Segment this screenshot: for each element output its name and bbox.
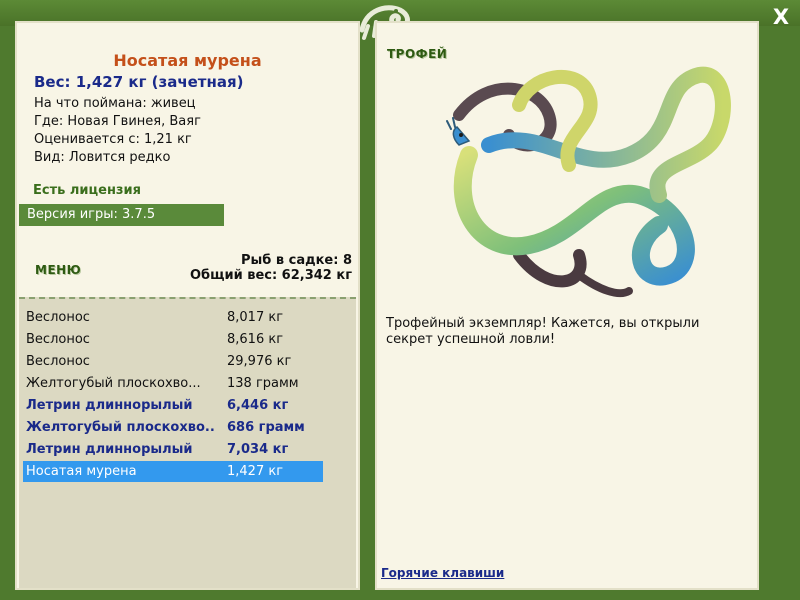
- catch-row[interactable]: Веслонос 8,017 кг: [23, 307, 323, 328]
- catch-weight: 686 грамм: [227, 420, 305, 435]
- catch-name: Веслонос: [26, 310, 90, 325]
- catch-weight: 1,427 кг: [227, 464, 284, 479]
- catch-list[interactable]: Веслонос 8,017 кг Веслонос 8,616 кг Весл…: [19, 297, 356, 588]
- fish-info-panel: Носатая мурена Вес: 1,427 кг (зачетная) …: [15, 21, 360, 590]
- game-version: Версия игры: 3.7.5: [19, 204, 224, 226]
- catch-name: Желтогубый плоскохво...: [26, 376, 201, 391]
- fish-details: На что поймана: живец Где: Новая Гвинея,…: [34, 95, 201, 167]
- catch-name: Веслонос: [26, 354, 90, 369]
- license-status: Есть лицензия: [33, 183, 141, 198]
- catch-weight: 8,017 кг: [227, 310, 284, 325]
- catch-weight: 7,034 кг: [227, 442, 289, 457]
- catch-name: Летрин длиннорылый: [26, 398, 193, 413]
- catch-weight: 6,446 кг: [227, 398, 289, 413]
- close-icon: X: [772, 5, 790, 29]
- menu-button[interactable]: МЕНЮ: [35, 263, 81, 277]
- catch-weight: 138 грамм: [227, 376, 299, 391]
- catch-row[interactable]: Желтогубый плоскохво... 686 грамм: [23, 417, 323, 438]
- fish-title: Носатая мурена: [113, 51, 262, 70]
- trophy-description: Трофейный экземпляр! Кажется, вы открыли…: [386, 316, 700, 347]
- catch-row[interactable]: Веслонос 29,976 кг: [23, 351, 323, 372]
- catch-name: Веслонос: [26, 332, 90, 347]
- catch-weight: 29,976 кг: [227, 354, 292, 369]
- catch-name: Носатая мурена: [26, 464, 137, 479]
- catch-row[interactable]: Желтогубый плоскохво... 138 грамм: [23, 373, 323, 394]
- keep-count: Рыб в садке: 8: [240, 253, 352, 268]
- moray-eel-illustration-icon: [446, 66, 731, 298]
- catch-name: Желтогубый плоскохво...: [26, 420, 216, 435]
- trophy-panel: ТРОФЕЙ Трофейный экземпляр! Кажется, вы …: [375, 21, 759, 590]
- detail-min-weight: Оценивается с: 1,21 кг: [34, 132, 192, 147]
- catch-name: Летрин длиннорылый: [26, 442, 193, 457]
- catch-weight: 8,616 кг: [227, 332, 284, 347]
- close-button[interactable]: X: [768, 4, 794, 30]
- detail-location: Где: Новая Гвинея, Ваяг: [34, 114, 201, 129]
- keep-total-weight: Общий вес: 62,342 кг: [189, 268, 352, 283]
- catch-row[interactable]: Веслонос 8,616 кг: [23, 329, 323, 350]
- detail-species-rarity: Вид: Ловится редко: [34, 150, 171, 165]
- catch-row-selected[interactable]: Носатая мурена 1,427 кг: [23, 461, 323, 482]
- catch-row[interactable]: Летрин длиннорылый 6,446 кг: [23, 395, 323, 416]
- hotkeys-link[interactable]: Горячие клавиши: [381, 566, 504, 580]
- keep-stats: Рыб в садке: 8 Общий вес: 62,342 кг: [190, 253, 352, 283]
- detail-bait: На что поймана: живец: [34, 96, 196, 111]
- catch-row[interactable]: Летрин длиннорылый 7,034 кг: [23, 439, 323, 460]
- fish-weight: Вес: 1,427 кг (зачетная): [34, 73, 244, 91]
